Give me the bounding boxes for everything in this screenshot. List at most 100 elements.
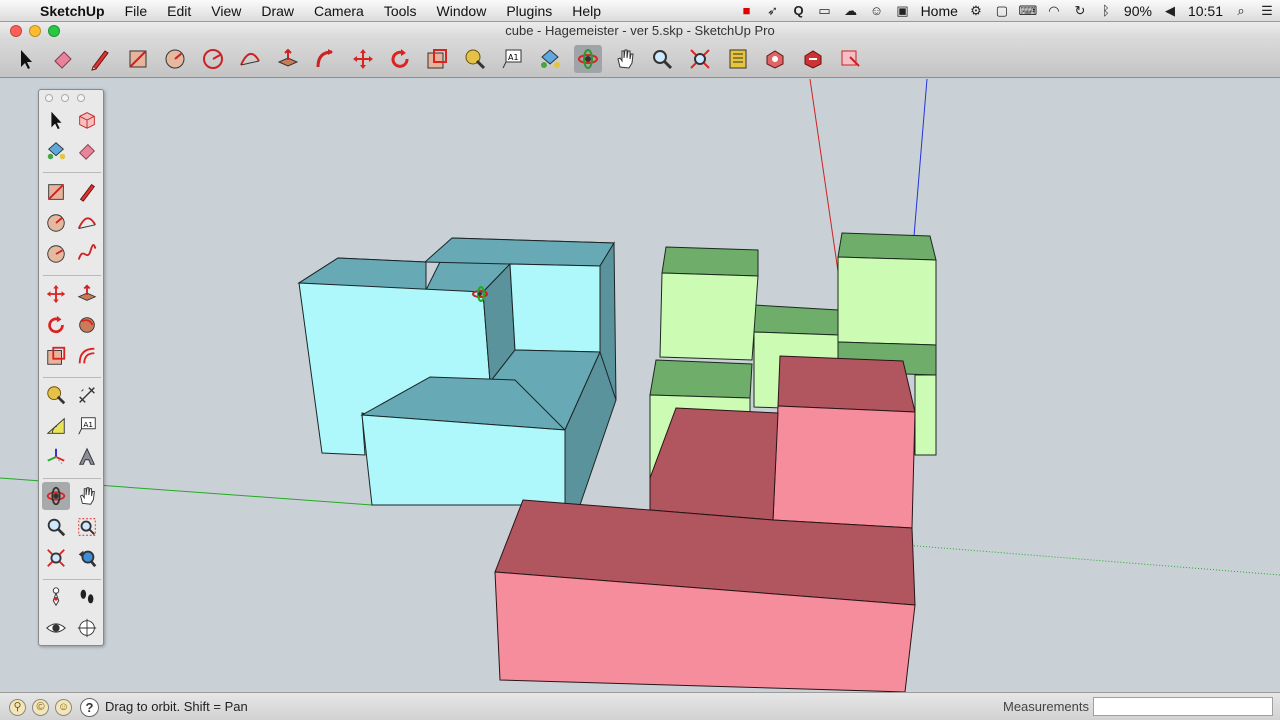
display-icon[interactable]: ▣ [890,0,916,22]
toolbar-move-button[interactable] [349,45,377,73]
toolbar-text-button[interactable]: A1 [498,45,526,73]
palette-zoom-button[interactable] [42,513,70,541]
palette-eraser-button[interactable] [73,137,101,165]
palette-walk-button[interactable] [73,583,101,611]
toolbar-share-model-button[interactable] [799,45,827,73]
toolbar-follow-me-button[interactable] [311,45,339,73]
minimize-window-button[interactable] [29,25,41,37]
screen-share-icon[interactable]: ▢ [989,0,1015,22]
recording-icon[interactable]: ■ [734,0,760,22]
palette-text-button[interactable]: A1 [73,412,101,440]
toolbar-arc-button[interactable] [236,45,264,73]
measurements-input[interactable] [1093,697,1273,716]
toolbar-get-models-button[interactable] [761,45,789,73]
close-window-button[interactable] [10,25,22,37]
toolbar-orbit-button[interactable] [574,45,602,73]
quicktime-icon[interactable]: Q [786,0,812,22]
zoom-window-button[interactable] [48,25,60,37]
palette-zoom-window-button[interactable] [73,513,101,541]
menu-plugins[interactable]: Plugins [496,0,562,22]
model-viewport[interactable] [0,79,1280,692]
gear-icon[interactable]: ⚙ [963,0,989,22]
palette-zoom-extents-button[interactable] [42,544,70,572]
palette-zoom-button[interactable] [77,94,85,102]
palette-make-component-button[interactable] [73,106,101,134]
menu-view[interactable]: View [201,0,251,22]
toolbar-select-button[interactable] [12,45,40,73]
menu-edit[interactable]: Edit [157,0,201,22]
palette-pan-button[interactable] [73,482,101,510]
battery-percent[interactable]: 90% [1119,0,1157,22]
finder-icon[interactable]: ☺ [864,0,890,22]
home-label[interactable]: Home [916,0,963,22]
palette-orbit-button[interactable] [42,482,70,510]
palette-3d-text-button[interactable] [73,443,101,471]
menu-file[interactable]: File [115,0,158,22]
toolbar-tape-measure-button[interactable] [461,45,489,73]
toolbar-zoom-button[interactable] [648,45,676,73]
palette-close-button[interactable] [45,94,53,102]
app-menu[interactable]: SketchUp [36,0,115,22]
toolbar-3d-warehouse-button[interactable] [724,45,752,73]
palette-push-pull-button[interactable] [73,280,101,308]
palette-paint-bucket-button[interactable] [42,137,70,165]
palette-axes-button[interactable] [42,443,70,471]
menu-tools[interactable]: Tools [374,0,427,22]
cyan-block[interactable] [297,237,617,506]
palette-circle-button[interactable] [42,209,70,237]
menu-window[interactable]: Window [427,0,497,22]
palette-move-button[interactable] [42,280,70,308]
menu-draw[interactable]: Draw [251,0,304,22]
toolbar-pan-button[interactable] [611,45,639,73]
palette-protractor-button[interactable] [42,412,70,440]
hand-icon [80,487,95,505]
geo-location-icon[interactable]: ⚲ [9,699,26,716]
palette-look-around-button[interactable] [42,614,70,642]
clock[interactable]: 10:51 [1183,0,1228,22]
volume-icon[interactable]: ◀ [1157,0,1183,22]
toolbar-eraser-button[interactable] [49,45,77,73]
toolbar-scale-button[interactable] [423,45,451,73]
palette-previous-view-button[interactable] [73,544,101,572]
toolbar-zoom-extents-button[interactable] [686,45,714,73]
spotlight-search-icon[interactable]: ⌕ [1228,0,1254,22]
palette-position-camera-button[interactable] [42,583,70,611]
palette-scale-button[interactable] [42,342,70,370]
toolbar-push-pull-button[interactable] [274,45,302,73]
help-icon[interactable]: ? [80,698,99,717]
toolbar-rectangle-button[interactable] [124,45,152,73]
palette-rotate-button[interactable] [42,311,70,339]
bluetooth-icon[interactable]: ᛒ [1093,0,1119,22]
notification-center-icon[interactable]: ☰ [1254,0,1280,22]
wifi-icon[interactable]: ◠ [1041,0,1067,22]
palette-select-button[interactable] [42,106,70,134]
palette-dimension-button[interactable] [73,381,101,409]
palette-polygon-button[interactable] [42,240,70,268]
palette-line-button[interactable] [73,178,101,206]
palette-minimize-button[interactable] [61,94,69,102]
model-scene[interactable] [0,79,1280,692]
keyboard-icon[interactable]: ⌨ [1015,0,1041,22]
menu-help[interactable]: Help [562,0,611,22]
toolbar-rotate-button[interactable] [386,45,414,73]
toolbar-polygon-button[interactable] [199,45,227,73]
user-icon[interactable]: ☺ [55,699,72,716]
sync-icon[interactable]: ↻ [1067,0,1093,22]
palette-tape-measure-button[interactable] [42,381,70,409]
palette-arc-button[interactable] [73,209,101,237]
palette-follow-me-button[interactable] [73,311,101,339]
toolbar-circle-button[interactable] [161,45,189,73]
cloud-icon[interactable]: ☁ [838,0,864,22]
palette-offset-button[interactable] [73,342,101,370]
image-capture-icon[interactable]: ▭ [812,0,838,22]
menu-camera[interactable]: Camera [304,0,374,22]
palette-freehand-button[interactable] [73,240,101,268]
red-axis [809,79,841,286]
toolbar-paint-bucket-button[interactable] [536,45,564,73]
credits-icon[interactable]: © [32,699,49,716]
toolbar-line-button[interactable] [86,45,114,73]
mouse-pointer-icon[interactable]: ➶ [760,0,786,22]
toolbar-extension-button[interactable] [836,45,864,73]
palette-rectangle-button[interactable] [42,178,70,206]
palette-section-plane-button[interactable] [73,614,101,642]
